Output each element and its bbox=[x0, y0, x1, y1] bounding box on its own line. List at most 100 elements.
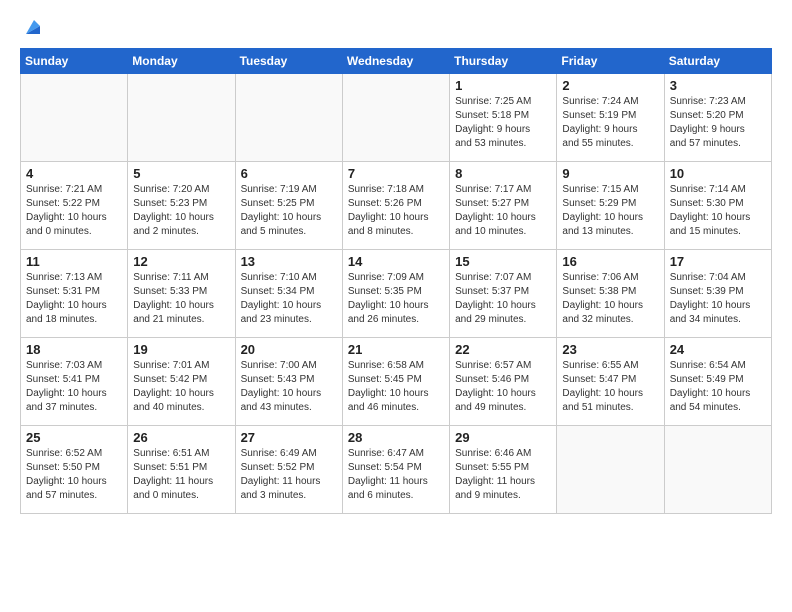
logo-icon bbox=[22, 16, 44, 38]
day-info: Sunrise: 7:19 AM Sunset: 5:25 PM Dayligh… bbox=[241, 183, 337, 239]
day-number: 15 bbox=[455, 254, 551, 269]
calendar-cell bbox=[128, 74, 235, 162]
day-info: Sunrise: 7:11 AM Sunset: 5:33 PM Dayligh… bbox=[133, 271, 229, 327]
day-info: Sunrise: 6:51 AM Sunset: 5:51 PM Dayligh… bbox=[133, 447, 229, 503]
calendar-cell: 13 Sunrise: 7:10 AM Sunset: 5:34 PM Dayli… bbox=[235, 250, 342, 338]
calendar-cell: 3Sunrise: 7:23 AM Sunset: 5:20 PM Daylig… bbox=[664, 74, 771, 162]
weekday-header-monday: Monday bbox=[128, 49, 235, 74]
weekday-header-sunday: Sunday bbox=[21, 49, 128, 74]
day-number: 8 bbox=[455, 166, 551, 181]
day-info: Sunrise: 7:09 AM Sunset: 5:35 PM Dayligh… bbox=[348, 271, 444, 327]
day-info: Sunrise: 7:15 AM Sunset: 5:29 PM Dayligh… bbox=[562, 183, 658, 239]
day-number: 1 bbox=[455, 78, 551, 93]
day-number: 16 bbox=[562, 254, 658, 269]
calendar-cell bbox=[235, 74, 342, 162]
calendar-cell bbox=[557, 426, 664, 514]
calendar-cell bbox=[21, 74, 128, 162]
day-info: Sunrise: 7:18 AM Sunset: 5:26 PM Dayligh… bbox=[348, 183, 444, 239]
day-number: 29 bbox=[455, 430, 551, 445]
calendar: SundayMondayTuesdayWednesdayThursdayFrid… bbox=[20, 48, 772, 514]
day-info: Sunrise: 7:04 AM Sunset: 5:39 PM Dayligh… bbox=[670, 271, 766, 327]
calendar-cell: 10 Sunrise: 7:14 AM Sunset: 5:30 PM Dayli… bbox=[664, 162, 771, 250]
day-number: 12 bbox=[133, 254, 229, 269]
day-number: 24 bbox=[670, 342, 766, 357]
day-info: Sunrise: 6:58 AM Sunset: 5:45 PM Dayligh… bbox=[348, 359, 444, 415]
day-info: Sunrise: 7:24 AM Sunset: 5:19 PM Dayligh… bbox=[562, 95, 658, 151]
day-number: 28 bbox=[348, 430, 444, 445]
day-info: Sunrise: 6:54 AM Sunset: 5:49 PM Dayligh… bbox=[670, 359, 766, 415]
calendar-cell: 11 Sunrise: 7:13 AM Sunset: 5:31 PM Dayli… bbox=[21, 250, 128, 338]
calendar-cell: 28 Sunrise: 6:47 AM Sunset: 5:54 PM Dayli… bbox=[342, 426, 449, 514]
day-number: 27 bbox=[241, 430, 337, 445]
day-info: Sunrise: 7:00 AM Sunset: 5:43 PM Dayligh… bbox=[241, 359, 337, 415]
day-info: Sunrise: 6:46 AM Sunset: 5:55 PM Dayligh… bbox=[455, 447, 551, 503]
day-info: Sunrise: 7:25 AM Sunset: 5:18 PM Dayligh… bbox=[455, 95, 551, 151]
day-info: Sunrise: 7:03 AM Sunset: 5:41 PM Dayligh… bbox=[26, 359, 122, 415]
calendar-cell: 15 Sunrise: 7:07 AM Sunset: 5:37 PM Dayli… bbox=[450, 250, 557, 338]
day-info: Sunrise: 7:13 AM Sunset: 5:31 PM Dayligh… bbox=[26, 271, 122, 327]
day-number: 22 bbox=[455, 342, 551, 357]
logo bbox=[20, 16, 44, 38]
weekday-header-friday: Friday bbox=[557, 49, 664, 74]
day-info: Sunrise: 7:06 AM Sunset: 5:38 PM Dayligh… bbox=[562, 271, 658, 327]
calendar-cell: 1 Sunrise: 7:25 AM Sunset: 5:18 PM Daylig… bbox=[450, 74, 557, 162]
day-number: 6 bbox=[241, 166, 337, 181]
day-info: Sunrise: 6:47 AM Sunset: 5:54 PM Dayligh… bbox=[348, 447, 444, 503]
calendar-cell bbox=[664, 426, 771, 514]
calendar-cell: 26 Sunrise: 6:51 AM Sunset: 5:51 PM Dayli… bbox=[128, 426, 235, 514]
calendar-cell: 4Sunrise: 7:21 AM Sunset: 5:22 PM Daylig… bbox=[21, 162, 128, 250]
weekday-header-row: SundayMondayTuesdayWednesdayThursdayFrid… bbox=[21, 49, 772, 74]
calendar-cell: 25Sunrise: 6:52 AM Sunset: 5:50 PM Dayli… bbox=[21, 426, 128, 514]
calendar-cell bbox=[342, 74, 449, 162]
weekday-header-saturday: Saturday bbox=[664, 49, 771, 74]
day-number: 10 bbox=[670, 166, 766, 181]
calendar-cell: 29 Sunrise: 6:46 AM Sunset: 5:55 PM Dayli… bbox=[450, 426, 557, 514]
day-number: 17 bbox=[670, 254, 766, 269]
day-info: Sunrise: 6:55 AM Sunset: 5:47 PM Dayligh… bbox=[562, 359, 658, 415]
calendar-cell: 9Sunrise: 7:15 AM Sunset: 5:29 PM Daylig… bbox=[557, 162, 664, 250]
calendar-cell: 14 Sunrise: 7:09 AM Sunset: 5:35 PM Dayli… bbox=[342, 250, 449, 338]
day-info: Sunrise: 7:17 AM Sunset: 5:27 PM Dayligh… bbox=[455, 183, 551, 239]
day-info: Sunrise: 6:57 AM Sunset: 5:46 PM Dayligh… bbox=[455, 359, 551, 415]
day-number: 26 bbox=[133, 430, 229, 445]
calendar-cell: 5Sunrise: 7:20 AM Sunset: 5:23 PM Daylig… bbox=[128, 162, 235, 250]
day-number: 18 bbox=[26, 342, 122, 357]
weekday-header-thursday: Thursday bbox=[450, 49, 557, 74]
calendar-cell: 21 Sunrise: 6:58 AM Sunset: 5:45 PM Dayli… bbox=[342, 338, 449, 426]
day-number: 4 bbox=[26, 166, 122, 181]
day-number: 19 bbox=[133, 342, 229, 357]
calendar-cell: 24 Sunrise: 6:54 AM Sunset: 5:49 PM Dayli… bbox=[664, 338, 771, 426]
day-info: Sunrise: 7:07 AM Sunset: 5:37 PM Dayligh… bbox=[455, 271, 551, 327]
day-info: Sunrise: 7:10 AM Sunset: 5:34 PM Dayligh… bbox=[241, 271, 337, 327]
week-row-4: 18 Sunrise: 7:03 AM Sunset: 5:41 PM Dayli… bbox=[21, 338, 772, 426]
calendar-cell: 2Sunrise: 7:24 AM Sunset: 5:19 PM Daylig… bbox=[557, 74, 664, 162]
day-number: 20 bbox=[241, 342, 337, 357]
calendar-cell: 27 Sunrise: 6:49 AM Sunset: 5:52 PM Dayli… bbox=[235, 426, 342, 514]
day-number: 13 bbox=[241, 254, 337, 269]
day-info: Sunrise: 6:52 AM Sunset: 5:50 PM Dayligh… bbox=[26, 447, 122, 503]
calendar-cell: 18 Sunrise: 7:03 AM Sunset: 5:41 PM Dayli… bbox=[21, 338, 128, 426]
week-row-3: 11 Sunrise: 7:13 AM Sunset: 5:31 PM Dayli… bbox=[21, 250, 772, 338]
weekday-header-tuesday: Tuesday bbox=[235, 49, 342, 74]
week-row-1: 1 Sunrise: 7:25 AM Sunset: 5:18 PM Daylig… bbox=[21, 74, 772, 162]
day-info: Sunrise: 7:20 AM Sunset: 5:23 PM Dayligh… bbox=[133, 183, 229, 239]
day-info: Sunrise: 7:01 AM Sunset: 5:42 PM Dayligh… bbox=[133, 359, 229, 415]
day-number: 3 bbox=[670, 78, 766, 93]
calendar-cell: 6 Sunrise: 7:19 AM Sunset: 5:25 PM Daylig… bbox=[235, 162, 342, 250]
calendar-cell: 7 Sunrise: 7:18 AM Sunset: 5:26 PM Daylig… bbox=[342, 162, 449, 250]
day-number: 7 bbox=[348, 166, 444, 181]
day-number: 21 bbox=[348, 342, 444, 357]
calendar-cell: 8 Sunrise: 7:17 AM Sunset: 5:27 PM Daylig… bbox=[450, 162, 557, 250]
week-row-2: 4Sunrise: 7:21 AM Sunset: 5:22 PM Daylig… bbox=[21, 162, 772, 250]
calendar-cell: 22 Sunrise: 6:57 AM Sunset: 5:46 PM Dayli… bbox=[450, 338, 557, 426]
calendar-cell: 16 Sunrise: 7:06 AM Sunset: 5:38 PM Dayli… bbox=[557, 250, 664, 338]
day-number: 11 bbox=[26, 254, 122, 269]
calendar-cell: 23 Sunrise: 6:55 AM Sunset: 5:47 PM Dayli… bbox=[557, 338, 664, 426]
calendar-cell: 12 Sunrise: 7:11 AM Sunset: 5:33 PM Dayli… bbox=[128, 250, 235, 338]
calendar-cell: 17 Sunrise: 7:04 AM Sunset: 5:39 PM Dayli… bbox=[664, 250, 771, 338]
day-info: Sunrise: 7:14 AM Sunset: 5:30 PM Dayligh… bbox=[670, 183, 766, 239]
calendar-cell: 20 Sunrise: 7:00 AM Sunset: 5:43 PM Dayli… bbox=[235, 338, 342, 426]
day-number: 23 bbox=[562, 342, 658, 357]
day-info: Sunrise: 6:49 AM Sunset: 5:52 PM Dayligh… bbox=[241, 447, 337, 503]
day-number: 14 bbox=[348, 254, 444, 269]
